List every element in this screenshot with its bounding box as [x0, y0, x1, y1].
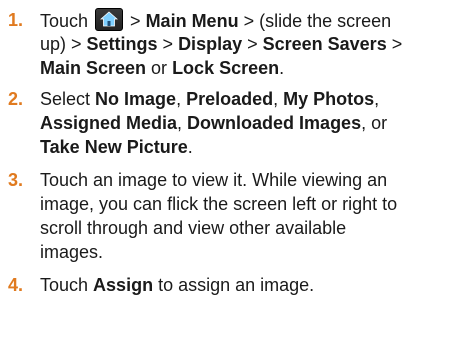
menu-term: No Image: [95, 89, 177, 109]
step-text: Touch Assign to assign an image.: [40, 273, 456, 297]
text-line: Main Screen or Lock Screen.: [40, 58, 285, 78]
text-line: image, you can flick the screen left or …: [40, 194, 398, 214]
menu-term: Assign: [93, 275, 154, 295]
text-line: scroll through and view other available: [40, 218, 347, 238]
text-line: Assigned Media, Downloaded Images, or: [40, 113, 388, 133]
text-line: up) > Settings > Display > Screen Savers…: [40, 34, 403, 54]
text-line: Touch Assign to assign an image.: [40, 275, 315, 295]
menu-term: Screen Savers: [262, 34, 387, 54]
text-line: Take New Picture.: [40, 137, 193, 157]
menu-term: Main Menu: [145, 11, 239, 31]
menu-term: Take New Picture: [40, 137, 188, 157]
step-number: 3.: [8, 170, 24, 190]
text-line: Select No Image, Preloaded, My Photos,: [40, 89, 380, 109]
text-line: images.: [40, 242, 104, 262]
menu-term: Main Screen: [40, 58, 147, 78]
home-icon: [95, 8, 124, 31]
menu-term: Lock Screen: [172, 58, 280, 78]
menu-term: Display: [178, 34, 243, 54]
menu-term: Preloaded: [186, 89, 274, 109]
step-text: Touch an image to view it. While viewing…: [40, 168, 456, 264]
menu-term: My Photos: [283, 89, 375, 109]
step-number: 2.: [8, 89, 24, 109]
menu-term: Assigned Media: [40, 113, 178, 133]
menu-term: Settings: [86, 34, 158, 54]
text-line: Touch an image to view it. While viewing…: [40, 170, 388, 190]
step-text: Touch > Main Menu > (slide the screen up)…: [40, 8, 456, 80]
step-number: 4.: [8, 275, 24, 295]
text-line: Touch > Main Menu > (slide the screen: [40, 8, 456, 32]
menu-term: Downloaded Images: [187, 113, 362, 133]
step-number: 1.: [8, 10, 24, 30]
step-text: Select No Image, Preloaded, My Photos, As…: [40, 87, 456, 159]
